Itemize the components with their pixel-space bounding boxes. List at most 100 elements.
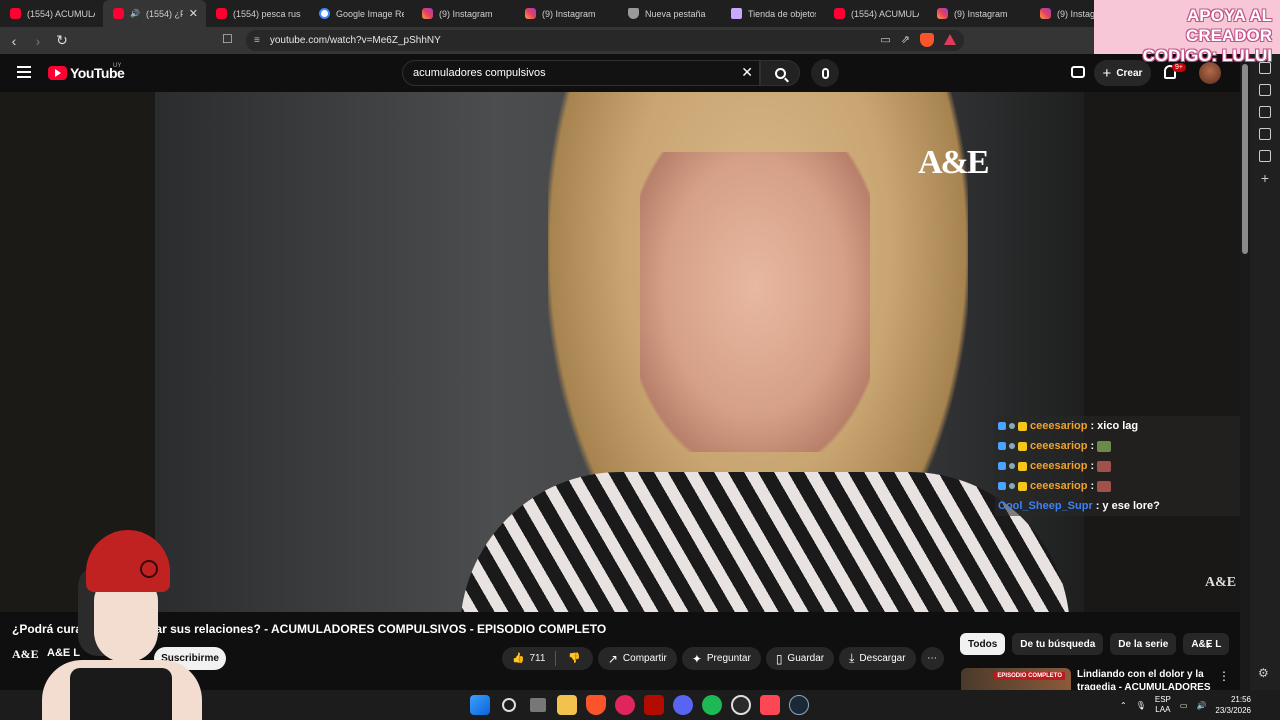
badge-icon (1009, 483, 1015, 489)
chevron-right-icon[interactable]: › (1206, 637, 1210, 652)
badge-icon (998, 482, 1006, 490)
history-icon[interactable] (1259, 150, 1271, 162)
tab-10[interactable]: (9) Instagram (927, 0, 1030, 27)
youtube-icon (216, 8, 227, 19)
emote-icon (1097, 480, 1112, 492)
emote-icon (1097, 440, 1112, 452)
brave-rewards-icon[interactable] (944, 34, 956, 45)
brave-shields-icon[interactable] (920, 33, 934, 47)
dislike-button[interactable]: 👎 (556, 653, 592, 664)
network-icon[interactable]: ▭ (1180, 701, 1188, 710)
tab-6[interactable]: (9) Instagram (515, 0, 618, 27)
reload-button[interactable]: ↻ (52, 31, 72, 51)
ask-button[interactable]: ✦ Preguntar (681, 647, 761, 670)
task-view-icon[interactable] (530, 698, 546, 712)
share-icon: ↗ (607, 651, 618, 666)
valorant-icon[interactable] (760, 695, 780, 715)
chip-from-search[interactable]: De tu búsqueda (1012, 633, 1104, 655)
acrobat-icon[interactable] (644, 695, 664, 715)
shield-icon (628, 8, 639, 19)
search-icon[interactable] (502, 698, 516, 712)
share-icon[interactable]: ⇗ (901, 33, 910, 47)
tab-3[interactable]: (1554) pesca rusa - (206, 0, 309, 27)
file-explorer-icon[interactable] (557, 695, 577, 715)
tab-5[interactable]: (9) Instagram (412, 0, 515, 27)
tab-strip: (1554) ACUMULADORES 🔊(1554) ¿Podrá✕ (155… (0, 0, 1280, 27)
sparkle-icon: ✦ (691, 651, 702, 666)
badge-icon (1018, 481, 1027, 491)
cast-icon[interactable] (1071, 66, 1085, 78)
cast-icon[interactable]: ▭ (880, 33, 890, 47)
like-button[interactable]: 👍 711 (502, 651, 557, 666)
video-branding-watermark[interactable]: A&E (1205, 575, 1236, 591)
clear-search-icon[interactable]: ✕ (741, 64, 753, 81)
creator-code-banner: APOYA AL CREADOR CODIGO: LULUI (1094, 0, 1280, 65)
volume-icon[interactable]: 🔊 (1196, 701, 1206, 710)
tab-1[interactable]: (1554) ACUMULADORES (0, 0, 103, 27)
recommendation-thumbnail[interactable]: EPISODIO COMPLETO (961, 668, 1071, 690)
clock[interactable]: 21:56 23/3/2026 (1215, 694, 1251, 716)
chip-all[interactable]: Todos (960, 633, 1006, 655)
download-button[interactable]: ⤓ Descargar (839, 647, 916, 670)
reading-list-icon[interactable] (1259, 84, 1271, 96)
obs-icon[interactable] (731, 695, 751, 715)
gear-icon[interactable]: ⚙ (1258, 666, 1269, 680)
bookmarks-icon[interactable] (1259, 128, 1271, 140)
share-button[interactable]: ↗ Compartir (597, 647, 677, 670)
tab-9[interactable]: (1554) ACUMULADO (824, 0, 927, 27)
forward-button[interactable]: › (28, 31, 48, 51)
steam-icon[interactable] (789, 695, 809, 715)
instagram-icon (1040, 8, 1051, 19)
spotify-icon[interactable] (702, 695, 722, 715)
chat-username: ceeesariop (1030, 460, 1088, 472)
bookmark-icon[interactable]: ☐ (222, 32, 233, 46)
discord-icon[interactable] (673, 695, 693, 715)
scrollbar-thumb[interactable] (1242, 64, 1248, 254)
start-icon[interactable] (470, 695, 490, 715)
search-button[interactable] (760, 60, 800, 86)
chat-username: ceeesariop (1030, 440, 1088, 452)
system-tray: ⌃ 🎙 ESP LAA ▭ 🔊 21:56 23/3/2026 (1120, 694, 1251, 716)
microphone-icon[interactable]: 🎙 (1136, 701, 1146, 710)
bookmark-icon: ▯ (775, 651, 783, 666)
brave-browser-icon[interactable] (586, 695, 606, 715)
download-icon: ⤓ (849, 651, 855, 665)
plus-icon: + (1102, 64, 1112, 82)
avatar-beanie (86, 530, 170, 592)
media-player-icon[interactable] (615, 695, 635, 715)
google-icon (319, 8, 330, 19)
like-dislike-group: 👍 711 👎 (502, 647, 593, 670)
page-scrollbar[interactable] (1240, 54, 1250, 690)
chat-username: ceeesariop (1030, 480, 1088, 492)
thumbs-down-icon: 👎 (568, 653, 581, 664)
recommendation-title[interactable]: Lindiando con el dolor y la tragedia - A… (1077, 668, 1217, 690)
chip-from-series[interactable]: De la serie (1110, 633, 1177, 655)
wallet-icon[interactable] (1259, 106, 1271, 118)
tab-8[interactable]: Tienda de objetos d (721, 0, 824, 27)
save-button[interactable]: ▯ Guardar (765, 647, 835, 670)
chat-text: xico lag (1097, 420, 1139, 432)
close-tab-icon[interactable]: ✕ (189, 7, 198, 20)
voice-search-button[interactable] (811, 59, 839, 87)
site-settings-icon[interactable]: ≡ (254, 35, 260, 46)
search-input[interactable]: acumuladores compulsivos ✕ (402, 60, 760, 86)
address-bar: ‹ › ↻ ☐ ≡ youtube.com/watch?v=Me6Z_pShhN… (0, 27, 1280, 54)
tab-4[interactable]: Google Image Resu (309, 0, 412, 27)
tab-2-active[interactable]: 🔊(1554) ¿Podrá✕ (103, 0, 206, 27)
badge-icon (998, 422, 1006, 430)
back-button[interactable]: ‹ (4, 31, 24, 51)
chat-username: Cool_Sheep_Supr (998, 500, 1093, 512)
youtube-icon (113, 8, 124, 19)
tab-7[interactable]: Nueva pestaña (618, 0, 721, 27)
more-vert-icon[interactable]: ⋮ (1218, 669, 1230, 683)
menu-icon[interactable] (17, 66, 31, 78)
emote-icon (1097, 460, 1112, 472)
chevron-up-icon[interactable]: ⌃ (1120, 701, 1127, 710)
language-indicator[interactable]: ESP LAA (1155, 695, 1171, 715)
more-actions-button[interactable]: ⋯ (920, 647, 944, 670)
chat-message: ceeesariop : xico lag (995, 416, 1280, 436)
badge-icon (1018, 441, 1027, 451)
add-panel-icon[interactable]: + (1261, 171, 1269, 185)
audio-icon[interactable]: 🔊 (130, 9, 140, 18)
url-field[interactable]: ≡ youtube.com/watch?v=Me6Z_pShhNY (246, 30, 964, 51)
